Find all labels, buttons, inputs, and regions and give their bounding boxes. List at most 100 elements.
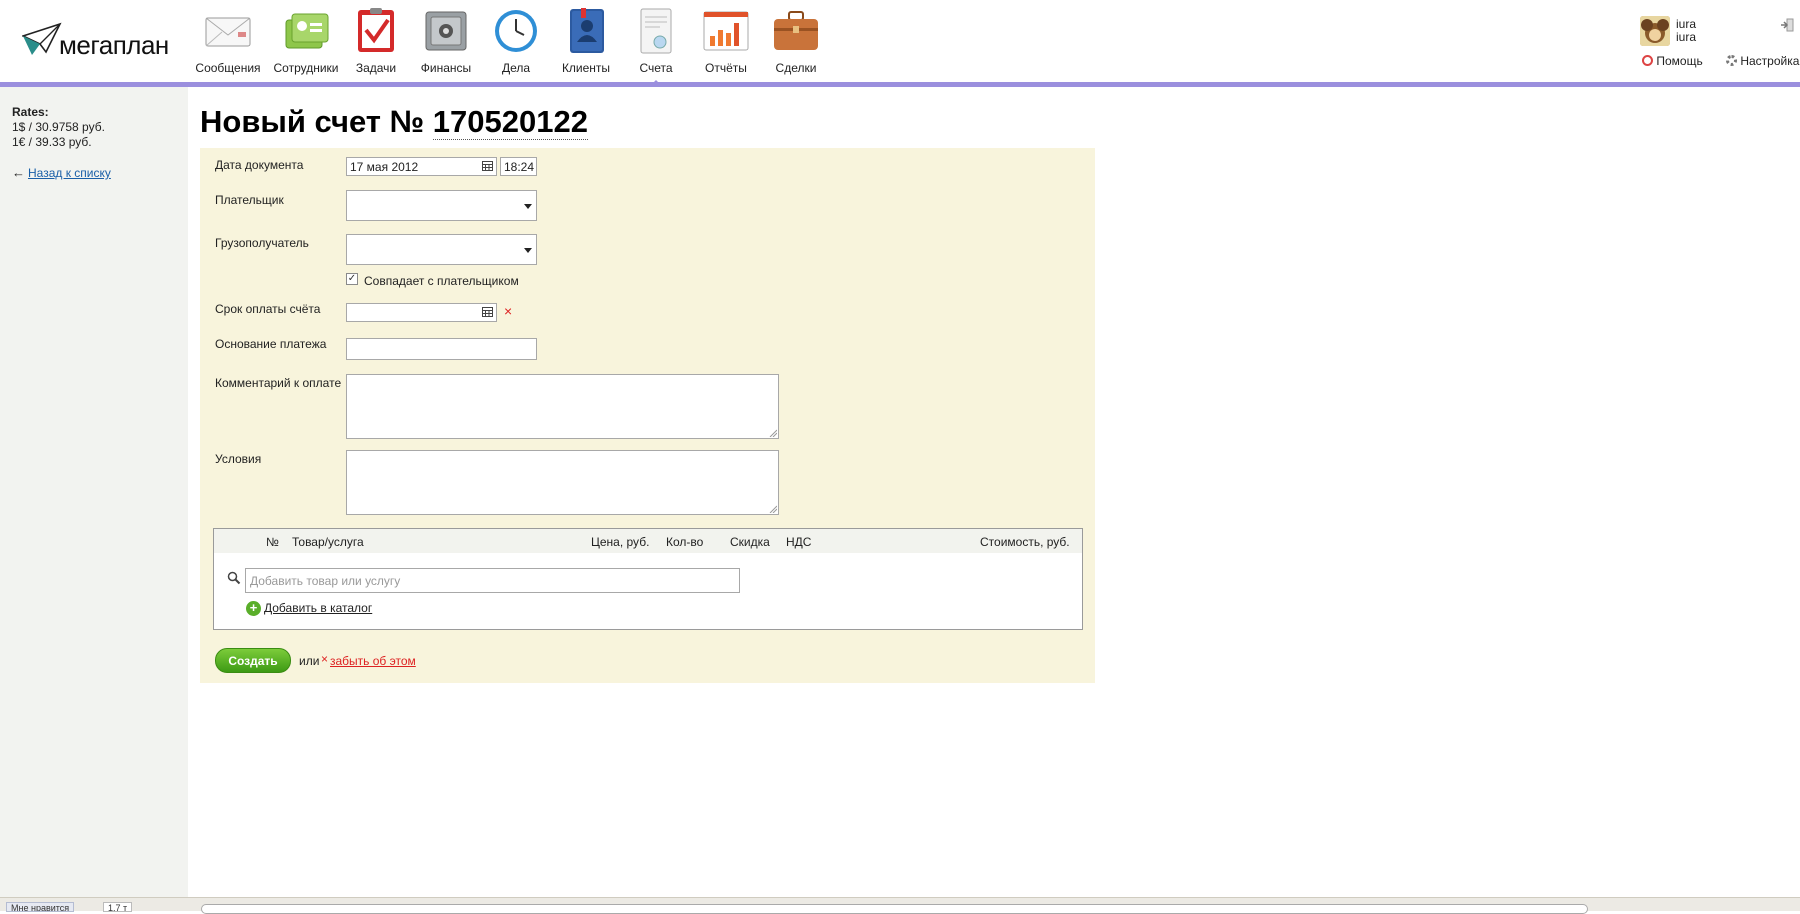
col-cost: Стоимость, руб. xyxy=(980,535,1070,549)
col-qty: Кол-во xyxy=(666,535,704,549)
terms-label: Условия xyxy=(215,452,262,466)
nav-label: Отчёты xyxy=(705,61,747,75)
terms-textarea[interactable] xyxy=(346,450,779,515)
title-prefix: Новый счет № xyxy=(200,104,425,139)
status-search-field[interactable] xyxy=(201,904,1588,914)
clear-due-date-icon[interactable]: × xyxy=(504,303,512,319)
safe-icon xyxy=(420,8,472,54)
forget-link[interactable]: забыть об этом xyxy=(330,654,416,668)
col-vat: НДС xyxy=(786,535,812,549)
add-to-catalog-link[interactable]: Добавить в каталог xyxy=(264,601,372,615)
time-value: 18:24 xyxy=(504,160,535,174)
chevron-down-icon xyxy=(524,204,532,209)
nav-label: Сделки xyxy=(775,61,817,75)
address-book-icon xyxy=(560,8,612,54)
nav-label: Дела xyxy=(501,61,531,75)
rates-title: Rates: xyxy=(12,105,49,119)
col-num: № xyxy=(266,535,279,549)
back-arrow-icon: ← xyxy=(12,165,25,180)
nav-label: Сообщения xyxy=(195,61,261,75)
settings-label: Настройка xyxy=(1740,54,1800,68)
or-text: или xyxy=(299,654,320,668)
facebook-like-button[interactable]: Мне нравится xyxy=(6,902,75,912)
user-name[interactable]: iura iura xyxy=(1676,18,1696,44)
logout-icon[interactable] xyxy=(1780,18,1794,32)
payer-label: Плательщик xyxy=(215,193,284,207)
lifebuoy-icon xyxy=(1642,55,1653,66)
date-input[interactable]: 17 мая 2012 xyxy=(346,157,497,176)
paper-plane-icon xyxy=(22,22,62,55)
comment-label: Комментарий к оплате xyxy=(215,376,342,390)
comment-textarea[interactable] xyxy=(346,374,779,439)
resize-grip-icon[interactable] xyxy=(769,505,777,513)
date-label: Дата документа xyxy=(215,158,304,172)
date-value: 17 мая 2012 xyxy=(350,160,419,174)
payment-basis-input[interactable] xyxy=(346,338,537,360)
create-button[interactable]: Создать xyxy=(215,648,291,673)
time-input[interactable]: 18:24 xyxy=(500,157,537,176)
nav-item-invoices[interactable]: Счета xyxy=(620,8,692,86)
employees-icon xyxy=(280,8,332,54)
search-icon xyxy=(227,571,241,585)
nav-item-deals[interactable]: Сделки xyxy=(760,8,832,75)
invoice-icon xyxy=(630,8,682,54)
rate-eur: 1€ / 39.33 руб. xyxy=(12,135,92,149)
resize-grip-icon[interactable] xyxy=(769,429,777,437)
checkmark-icon: ✓ xyxy=(347,273,357,284)
nav-item-tasks[interactable]: Задачи xyxy=(340,8,412,75)
invoice-number[interactable]: 170520122 xyxy=(432,104,588,140)
calendar-icon[interactable] xyxy=(482,307,493,317)
help-link[interactable]: Помощь xyxy=(1642,54,1703,68)
tasks-checklist-icon xyxy=(350,8,402,54)
user-name-line2: iura xyxy=(1676,30,1697,44)
like-label: Мне нравится xyxy=(11,903,70,912)
nav-item-employees[interactable]: Сотрудники xyxy=(270,8,342,75)
same-as-payer-label: Совпадает с плательщиком xyxy=(364,274,519,288)
rate-usd: 1$ / 30.9758 руб. xyxy=(12,120,105,134)
due-date-label: Срок оплаты счёта xyxy=(215,302,321,316)
nav-label: Задачи xyxy=(355,61,397,75)
megaplan-logo[interactable]: мегаплан xyxy=(22,22,172,62)
top-header: мегаплан Сообщения Сотрудники Задачи Фин… xyxy=(0,0,1800,86)
invoice-form: Дата документа 17 мая 2012 18:24 Платель… xyxy=(200,148,1095,683)
add-item-placeholder: Добавить товар или услугу xyxy=(250,574,401,588)
settings-link[interactable]: Настройка xyxy=(1726,54,1799,68)
help-label: Помощь xyxy=(1656,54,1703,68)
avatar[interactable] xyxy=(1640,16,1670,46)
nav-item-messages[interactable]: Сообщения xyxy=(192,8,264,75)
nav-label: Финансы xyxy=(420,61,472,75)
payer-select[interactable] xyxy=(346,190,537,221)
like-count: 1,7 т xyxy=(103,902,133,912)
items-table: № Товар/услуга Цена, руб. Кол-во Скидка … xyxy=(213,528,1083,630)
nav-label: Сотрудники xyxy=(273,61,339,75)
page-title: Новый счет № 170520122 xyxy=(200,104,588,140)
briefcase-icon xyxy=(770,8,822,54)
nav-item-affairs[interactable]: Дела xyxy=(480,8,552,75)
nav-item-finance[interactable]: Финансы xyxy=(410,8,482,75)
close-icon: × xyxy=(321,652,329,666)
nav-label: Клиенты xyxy=(561,61,611,75)
clock-icon xyxy=(490,8,542,54)
back-to-list-link[interactable]: Назад к списку xyxy=(28,166,111,180)
due-date-input[interactable] xyxy=(346,303,497,322)
chevron-down-icon xyxy=(524,248,532,253)
sidebar: Rates: 1$ / 30.9758 руб. 1€ / 39.33 руб.… xyxy=(0,87,188,897)
add-item-input[interactable]: Добавить товар или услугу xyxy=(245,568,740,593)
accent-bar xyxy=(0,82,1800,87)
bar-chart-icon xyxy=(700,8,752,54)
consignee-label: Грузополучатель xyxy=(215,236,309,250)
payment-basis-label: Основание платежа xyxy=(215,337,327,351)
consignee-select[interactable] xyxy=(346,234,537,265)
envelope-icon xyxy=(202,8,254,54)
same-as-payer-checkbox[interactable]: ✓ xyxy=(346,273,358,285)
nav-label: Счета xyxy=(639,61,673,75)
items-table-header: № Товар/услуга Цена, руб. Кол-во Скидка … xyxy=(214,529,1082,553)
calendar-icon[interactable] xyxy=(482,161,493,171)
col-discount: Скидка xyxy=(730,535,770,549)
col-product: Товар/услуга xyxy=(292,535,364,549)
gear-icon xyxy=(1726,55,1737,66)
plus-icon[interactable]: + xyxy=(246,601,261,616)
col-price: Цена, руб. xyxy=(591,535,650,549)
nav-item-clients[interactable]: Клиенты xyxy=(550,8,622,75)
nav-item-reports[interactable]: Отчёты xyxy=(690,8,762,75)
